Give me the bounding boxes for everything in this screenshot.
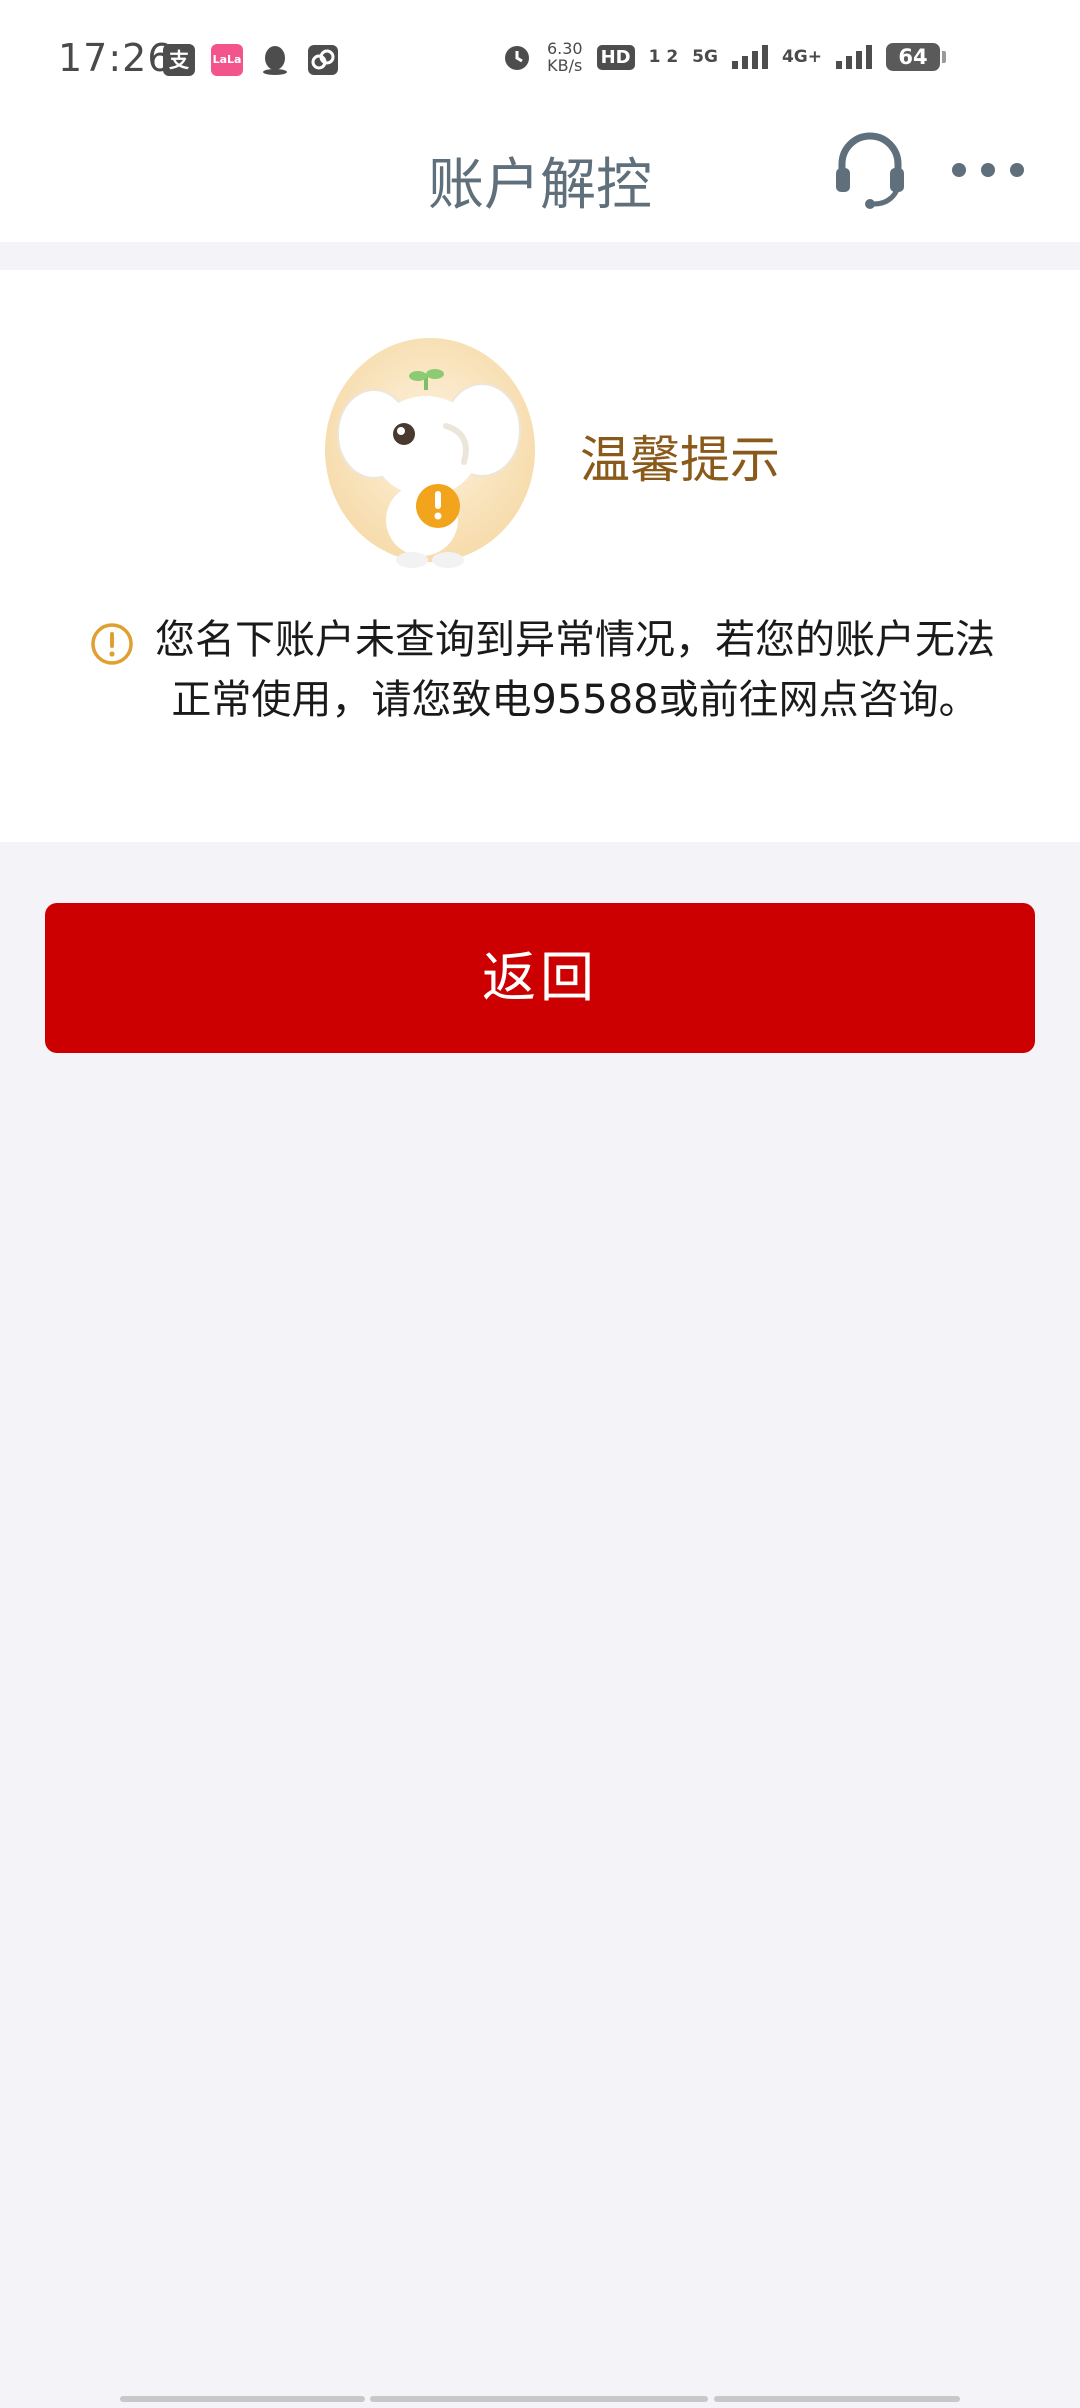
net-speed: 6.30 KB/s — [546, 39, 583, 75]
gesture-bar-center[interactable] — [370, 2396, 708, 2402]
alipay-icon: 支 — [163, 44, 195, 76]
signal-icon — [731, 45, 768, 69]
elephant-mascot-icon — [325, 338, 535, 568]
lala-icon: LaLa — [211, 44, 243, 76]
warning-icon — [91, 623, 133, 665]
alarm-icon — [504, 46, 529, 70]
hd-badge: HD — [596, 44, 635, 70]
gesture-bar-right[interactable] — [714, 2396, 960, 2402]
signal-icon — [836, 45, 872, 69]
network-5g-label: 5G — [692, 47, 718, 67]
more-icon[interactable] — [952, 146, 1024, 194]
network-4g-label: 4G+ — [781, 47, 822, 67]
qq-icon — [263, 46, 287, 75]
notice: 您名下账户未查询到异常情况，若您的账户无法正常使用，请您致电95588或前往网点… — [90, 610, 1000, 730]
tip-title: 温馨提示 — [580, 431, 780, 489]
page-title: 账户解控 — [428, 153, 652, 218]
status-app-icons: 支 LaLa — [163, 44, 339, 76]
status-bar: 17:26 支 LaLa 6.30 KB/s HD 1 2 5G 4G+ 64 — [0, 0, 1080, 126]
nav-bar: 账户解控 — [0, 126, 1080, 242]
status-time: 17:26 — [58, 36, 173, 80]
status-right: 6.30 KB/s HD 1 2 5G 4G+ 64 — [501, 39, 946, 75]
battery-icon: 64 — [886, 43, 946, 71]
return-button[interactable]: 返回 — [45, 903, 1035, 1053]
cloud-icon — [308, 45, 338, 75]
headset-icon[interactable] — [830, 130, 910, 210]
notice-message: 您名下账户未查询到异常情况，若您的账户无法正常使用，请您致电95588或前往网点… — [155, 617, 995, 723]
tip-card: 温馨提示 您名下账户未查询到异常情况，若您的账户无法正常使用，请您致电95588… — [0, 270, 1080, 842]
sim-slots: 1 2 — [648, 47, 679, 67]
gesture-bar-left[interactable] — [120, 2396, 365, 2402]
